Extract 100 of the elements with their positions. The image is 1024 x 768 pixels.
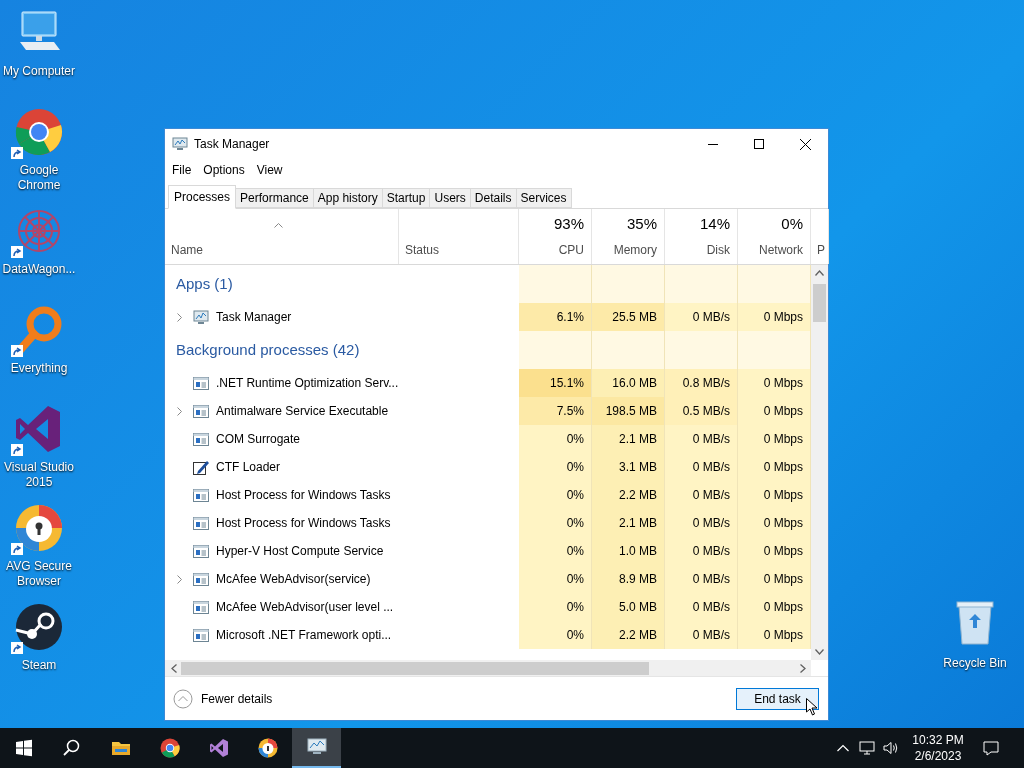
pencil-paper-icon <box>193 459 209 475</box>
table-cell: 0 MB/s <box>665 425 738 453</box>
search-icon[interactable] <box>62 738 82 758</box>
table-cell: 8.9 MB <box>592 565 665 593</box>
column-header[interactable]: Disk <box>706 241 730 259</box>
network-icon[interactable] <box>859 741 875 755</box>
table-cell: 0% <box>519 593 592 621</box>
clock-date[interactable]: 2/6/2023 <box>914 748 962 764</box>
window-icon <box>193 431 209 447</box>
column-header[interactable]: Status <box>405 241 518 259</box>
scroll-up-icon[interactable] <box>815 270 824 276</box>
table-cell: 0 Mbps <box>738 621 811 649</box>
tab[interactable]: Services <box>516 188 572 208</box>
window-icon <box>193 403 209 419</box>
padlock-browser-icon[interactable] <box>14 503 64 553</box>
windows-logo-icon[interactable] <box>14 738 34 758</box>
tab[interactable]: Startup <box>382 188 431 208</box>
group-heading[interactable]: Background processes (42) <box>176 338 360 362</box>
tab[interactable]: Users <box>430 188 471 208</box>
table-cell: 0% <box>519 425 592 453</box>
process-name[interactable]: Hyper-V Host Compute Service <box>216 542 384 560</box>
table-cell: 0 MB/s <box>665 593 738 621</box>
icon-label: DataWagon... <box>1 262 77 277</box>
table-cell: 0% <box>519 621 592 649</box>
table-cell: 0 Mbps <box>738 303 811 331</box>
process-name[interactable]: Host Process for Windows Tasks <box>216 514 391 532</box>
menu-item[interactable]: View <box>251 161 288 179</box>
table-cell: 0.8 MB/s <box>665 369 738 397</box>
table-cell: 1.0 MB <box>592 537 665 565</box>
taskbar-button[interactable] <box>292 728 341 768</box>
table-cell: 25.5 MB <box>592 303 665 331</box>
scroll-left-icon[interactable] <box>171 663 177 673</box>
scroll-right-icon[interactable] <box>800 663 806 673</box>
table-cell: 3.1 MB <box>592 453 665 481</box>
chrome-icon[interactable] <box>159 738 180 758</box>
process-name[interactable]: Task Manager <box>216 308 292 326</box>
tab[interactable]: Performance <box>236 188 314 208</box>
fewer-details-link[interactable]: Fewer details <box>201 689 273 708</box>
process-name[interactable]: McAfee WebAdvisor(service) <box>216 570 371 588</box>
window-icon <box>193 487 209 503</box>
table-cell: 2.1 MB <box>592 509 665 537</box>
table-cell: 0 MB/s <box>665 565 738 593</box>
recycle-bin-icon[interactable] <box>955 600 995 646</box>
process-name[interactable]: CTF Loader <box>216 458 281 476</box>
clock-time[interactable]: 10:32 PM <box>912 732 964 748</box>
menu-item[interactable]: File <box>167 161 197 179</box>
scrollbar-thumb[interactable] <box>181 661 649 675</box>
table-cell: 0 Mbps <box>738 565 811 593</box>
volume-icon[interactable] <box>883 741 899 755</box>
process-name[interactable]: Host Process for Windows Tasks <box>216 486 391 504</box>
group-heading[interactable]: Apps (1) <box>176 272 233 296</box>
maximize-icon[interactable] <box>754 139 764 149</box>
monitor-icon <box>193 309 209 325</box>
table-cell: 7.5% <box>519 397 592 425</box>
monitor-icon[interactable] <box>306 737 327 757</box>
column-header[interactable]: P <box>817 241 828 259</box>
padlock-browser-icon[interactable] <box>257 738 278 758</box>
scroll-down-icon[interactable] <box>815 649 824 655</box>
horizontal-scrollbar[interactable] <box>165 660 811 676</box>
chevron-up-icon[interactable] <box>837 744 849 752</box>
notification-icon[interactable] <box>983 740 999 756</box>
table-cell: 0 Mbps <box>738 425 811 453</box>
window-title: Task Manager <box>194 136 270 153</box>
menu-item[interactable]: Options <box>198 161 250 179</box>
tab[interactable]: Details <box>470 188 517 208</box>
column-header[interactable]: Network <box>759 241 803 259</box>
column-header[interactable]: Name <box>171 241 398 259</box>
close-icon[interactable] <box>799 138 811 150</box>
table-cell: 0 Mbps <box>738 397 811 425</box>
end-task-button[interactable]: End task <box>736 687 819 710</box>
tab[interactable]: Processes <box>168 185 237 209</box>
vertical-scrollbar[interactable] <box>811 265 828 660</box>
table-cell: 0 MB/s <box>665 621 738 649</box>
process-name[interactable]: Antimalware Service Executable <box>216 402 389 420</box>
table-cell: 0% <box>519 565 592 593</box>
column-header[interactable]: Memory <box>613 241 657 259</box>
window-icon <box>193 599 209 615</box>
icon-label: Google Chrome <box>16 163 62 193</box>
window-icon <box>193 627 209 643</box>
table-cell: 2.2 MB <box>592 621 665 649</box>
infinity-ribbon-icon[interactable] <box>208 738 229 758</box>
expand-chevron-icon[interactable] <box>176 574 182 584</box>
expand-chevron-icon[interactable] <box>176 406 182 416</box>
table-cell: 0 Mbps <box>738 453 811 481</box>
table-cell: 0 Mbps <box>738 481 811 509</box>
process-name[interactable]: Microsoft .NET Framework opti... <box>216 626 392 644</box>
table-cell: 2.2 MB <box>592 481 665 509</box>
process-name[interactable]: McAfee WebAdvisor(user level ... <box>216 598 394 616</box>
steam-icon[interactable] <box>14 602 64 652</box>
mouse-cursor-icon <box>806 698 818 716</box>
process-name[interactable]: .NET Runtime Optimization Serv... <box>216 374 399 392</box>
column-total: 93% <box>553 213 584 234</box>
process-name[interactable]: COM Surrogate <box>216 430 301 448</box>
table-cell: 0 Mbps <box>738 369 811 397</box>
icon-label: Everything <box>9 361 69 376</box>
tab[interactable]: App history <box>313 188 383 208</box>
table-cell: 0 MB/s <box>665 481 738 509</box>
column-header[interactable]: CPU <box>558 241 584 259</box>
expand-chevron-icon[interactable] <box>176 312 182 322</box>
scrollbar-thumb[interactable] <box>813 284 826 322</box>
